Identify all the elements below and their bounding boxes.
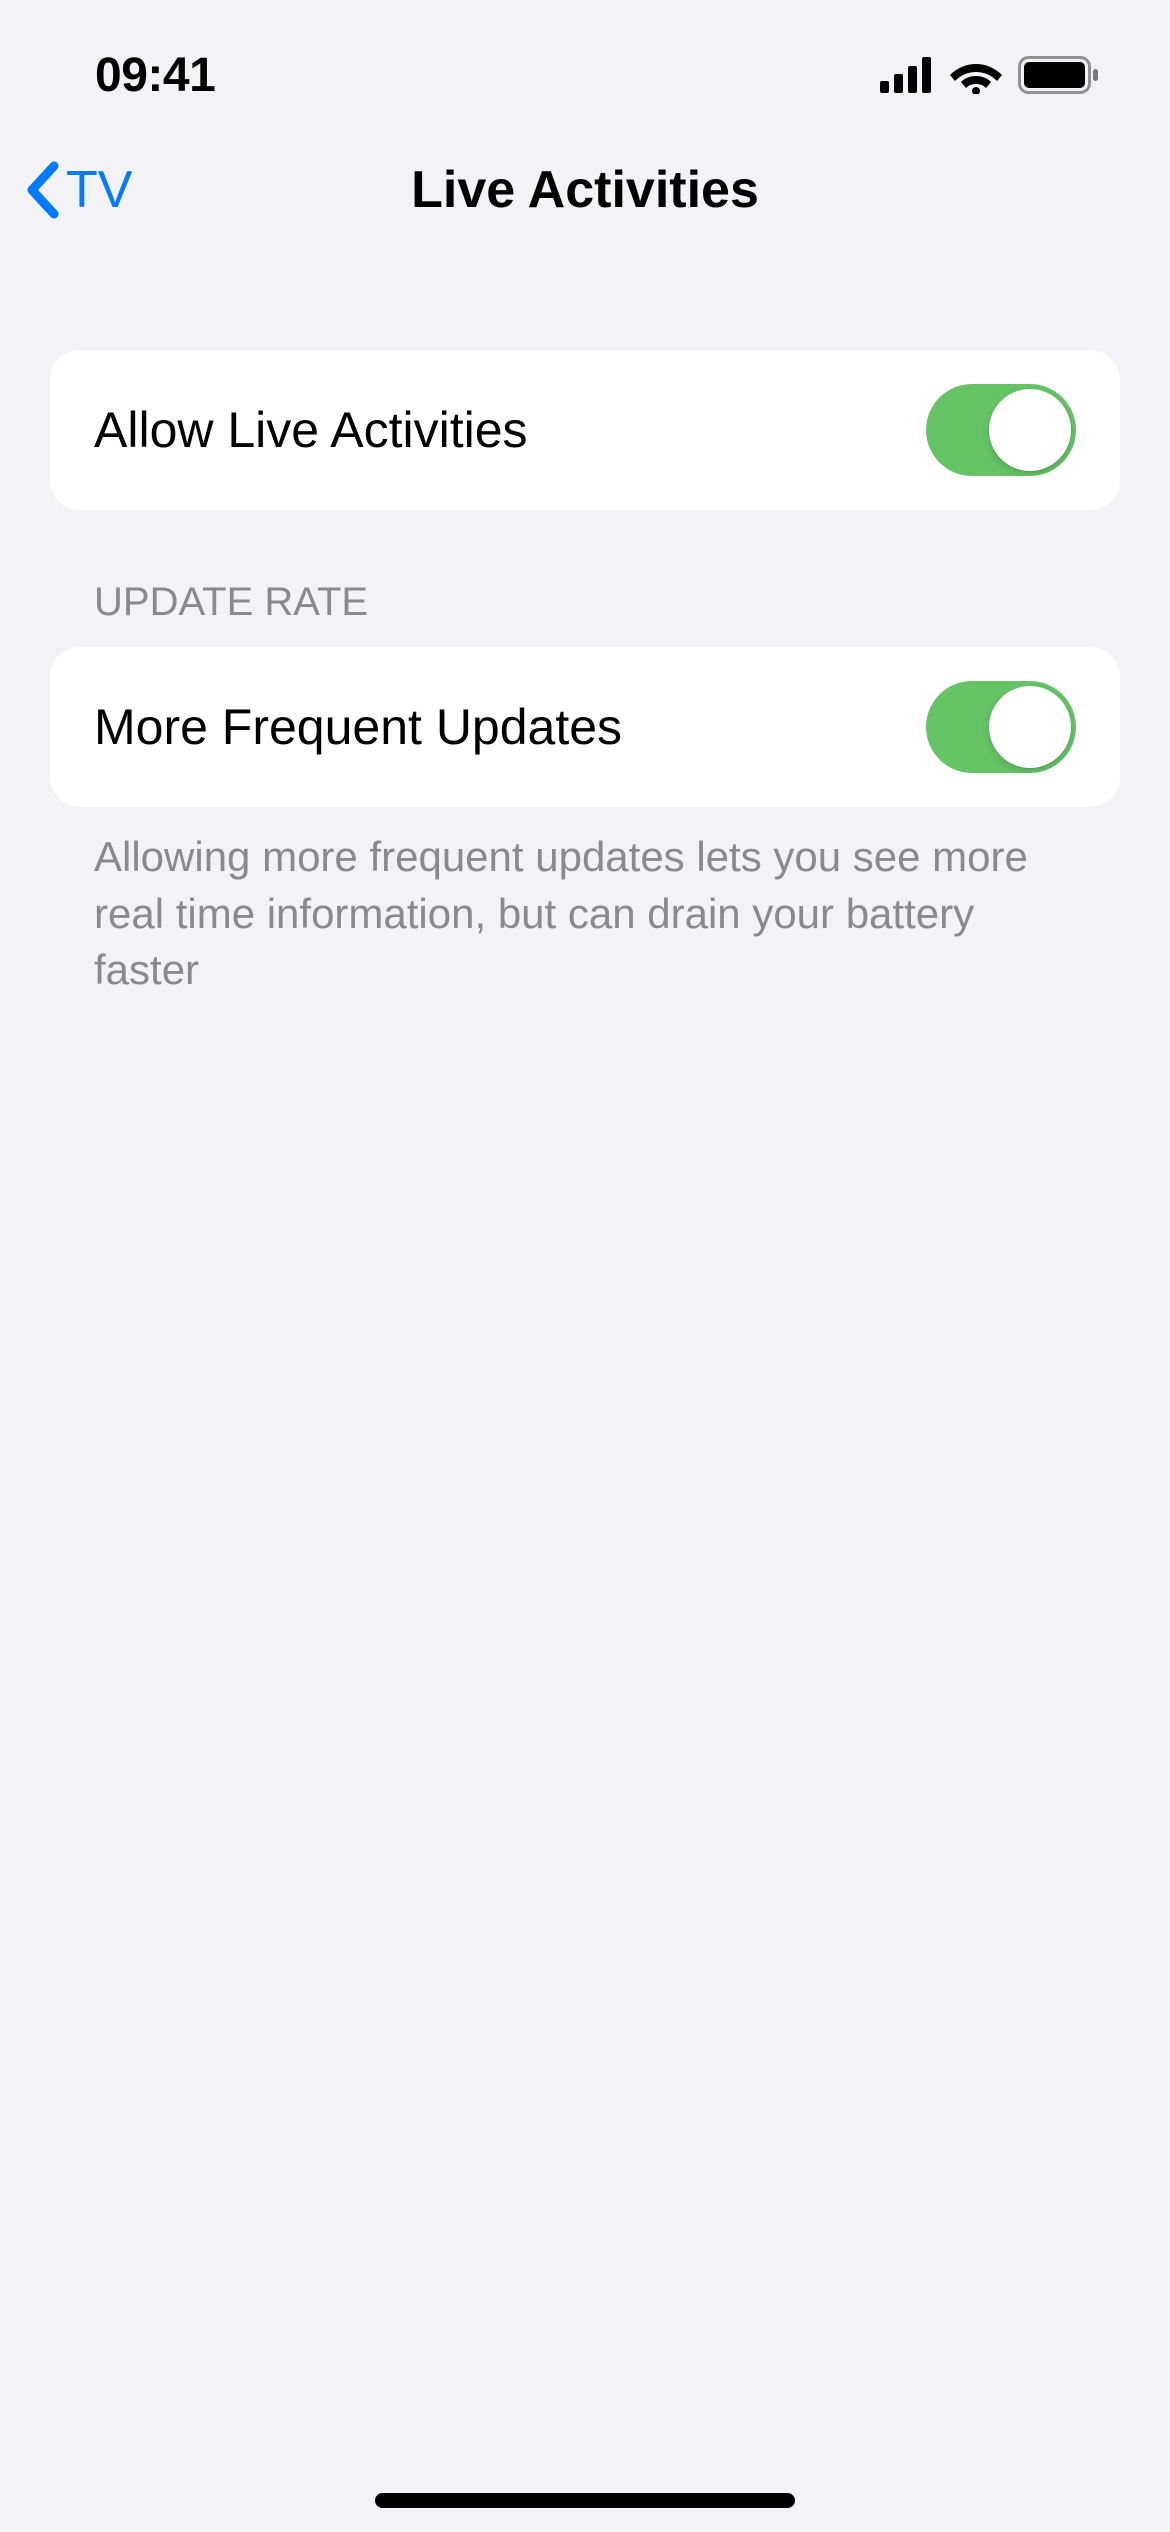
content: Allow Live Activities UPDATE RATE More F… — [0, 350, 1170, 999]
status-bar: 09:41 — [0, 0, 1170, 130]
allow-live-activities-row: Allow Live Activities — [50, 350, 1120, 510]
back-button[interactable]: TV — [24, 160, 132, 220]
more-frequent-updates-switch[interactable] — [926, 681, 1076, 773]
cellular-icon — [880, 57, 934, 93]
chevron-left-icon — [24, 160, 60, 220]
battery-icon — [1018, 56, 1100, 94]
wifi-icon — [950, 56, 1002, 94]
cell-label: Allow Live Activities — [94, 401, 528, 459]
group-footer: Allowing more frequent updates lets you … — [50, 807, 1120, 999]
home-indicator — [375, 2493, 795, 2508]
nav-bar: TV Live Activities — [0, 130, 1170, 270]
settings-group: UPDATE RATE More Frequent Updates Allowi… — [50, 580, 1120, 999]
status-time: 09:41 — [95, 48, 215, 103]
group-header: UPDATE RATE — [50, 580, 1120, 647]
back-label: TV — [66, 160, 132, 220]
settings-group: Allow Live Activities — [50, 350, 1120, 510]
more-frequent-updates-row: More Frequent Updates — [50, 647, 1120, 807]
allow-live-activities-switch[interactable] — [926, 384, 1076, 476]
status-icons — [880, 56, 1100, 94]
cell-label: More Frequent Updates — [94, 698, 622, 756]
page-title: Live Activities — [30, 160, 1140, 220]
